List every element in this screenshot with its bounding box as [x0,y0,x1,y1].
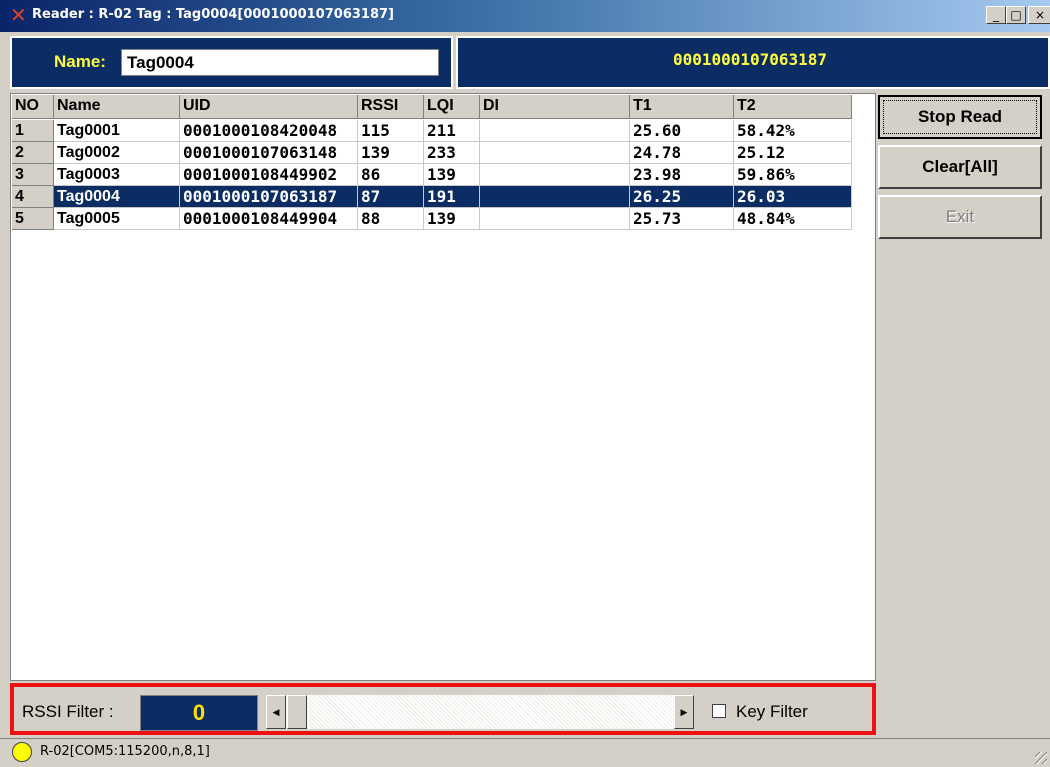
table-cell-no[interactable]: 1 [12,120,54,142]
uid-display: 0001000107063187 [672,50,828,69]
column-header-lqi[interactable]: LQI [424,95,480,119]
scroll-left-arrow-icon[interactable]: ◀ [266,695,286,729]
slider-thumb[interactable] [287,695,307,729]
close-button[interactable]: × [1028,6,1050,24]
table-cell-di[interactable] [480,208,630,230]
table-cell-t2[interactable]: 48.84% [734,208,852,230]
exit-button[interactable]: Exit [878,195,1042,239]
table-cell-uid[interactable]: 0001000108420048 [180,120,358,142]
rssi-filter-slider[interactable] [266,695,694,729]
name-label: Name: [54,52,106,71]
table-cell-lqi[interactable]: 139 [424,208,480,230]
column-header-rssi[interactable]: RSSI [358,95,424,119]
rssi-filter-value: 0 [140,695,258,731]
table-cell-name[interactable]: Tag0004 [54,186,180,208]
checkbox-icon[interactable] [712,703,726,718]
column-header-t2[interactable]: T2 [734,95,852,119]
minimize-button[interactable]: _ [986,6,1006,24]
table-cell-lqi[interactable]: 139 [424,164,480,186]
resize-grip-icon[interactable] [1035,752,1047,764]
table-cell-no[interactable]: 5 [12,208,54,230]
table-cell-rssi[interactable]: 87 [358,186,424,208]
table-cell-lqi[interactable]: 233 [424,142,480,164]
stop-read-button[interactable]: Stop Read [878,95,1042,139]
table-cell-di[interactable] [480,164,630,186]
table-cell-name[interactable]: Tag0005 [54,208,180,230]
clear-all-button[interactable]: Clear[All] [878,145,1042,189]
table-cell-t1[interactable]: 23.98 [630,164,734,186]
column-header-name[interactable]: Name [54,95,180,119]
table-cell-t1[interactable]: 26.25 [630,186,734,208]
table-cell-t2[interactable]: 59.86% [734,164,852,186]
scroll-right-arrow-icon[interactable]: ▶ [674,695,694,729]
table-cell-uid[interactable]: 0001000108449902 [180,164,358,186]
table-cell-t2[interactable]: 58.42% [734,120,852,142]
table-cell-t2[interactable]: 26.03 [734,186,852,208]
app-icon: ✕ [10,3,27,27]
table-cell-rssi[interactable]: 139 [358,142,424,164]
rssi-filter-label: RSSI Filter : [22,702,114,721]
table-cell-lqi[interactable]: 211 [424,120,480,142]
table-cell-no[interactable]: 4 [12,186,54,208]
table-cell-t2[interactable]: 25.12 [734,142,852,164]
status-text: R-02[COM5:115200,n,8,1] [40,744,210,759]
connection-status-icon [12,742,32,762]
table-cell-rssi[interactable]: 115 [358,120,424,142]
table-cell-lqi[interactable]: 191 [424,186,480,208]
table-cell-rssi[interactable]: 88 [358,208,424,230]
window-title: Reader : R-02 Tag : Tag0004[000100010706… [32,7,394,22]
table-cell-rssi[interactable]: 86 [358,164,424,186]
key-filter-checkbox[interactable]: Key Filter [712,702,808,722]
table-cell-name[interactable]: Tag0001 [54,120,180,142]
column-header-di[interactable]: DI [480,95,630,119]
table-cell-no[interactable]: 2 [12,142,54,164]
table-cell-di[interactable] [480,186,630,208]
column-header-uid[interactable]: UID [180,95,358,119]
table-cell-name[interactable]: Tag0002 [54,142,180,164]
tag-list[interactable]: NO Name UID RSSI LQI DI T1 T2 1 Tag0001 000100010… [10,93,876,681]
column-header-no[interactable]: NO [12,95,54,119]
key-filter-label: Key Filter [736,702,808,721]
table-cell-di[interactable] [480,142,630,164]
name-input[interactable] [121,49,439,76]
table-cell-t1[interactable]: 24.78 [630,142,734,164]
column-header-t1[interactable]: T1 [630,95,734,119]
table-cell-uid[interactable]: 0001000107063187 [180,186,358,208]
table-cell-name[interactable]: Tag0003 [54,164,180,186]
table-cell-t1[interactable]: 25.73 [630,208,734,230]
maximize-button[interactable]: □ [1006,6,1026,24]
table-cell-uid[interactable]: 0001000107063148 [180,142,358,164]
table-cell-t1[interactable]: 25.60 [630,120,734,142]
table-cell-uid[interactable]: 0001000108449904 [180,208,358,230]
table-cell-no[interactable]: 3 [12,164,54,186]
table-cell-di[interactable] [480,120,630,142]
